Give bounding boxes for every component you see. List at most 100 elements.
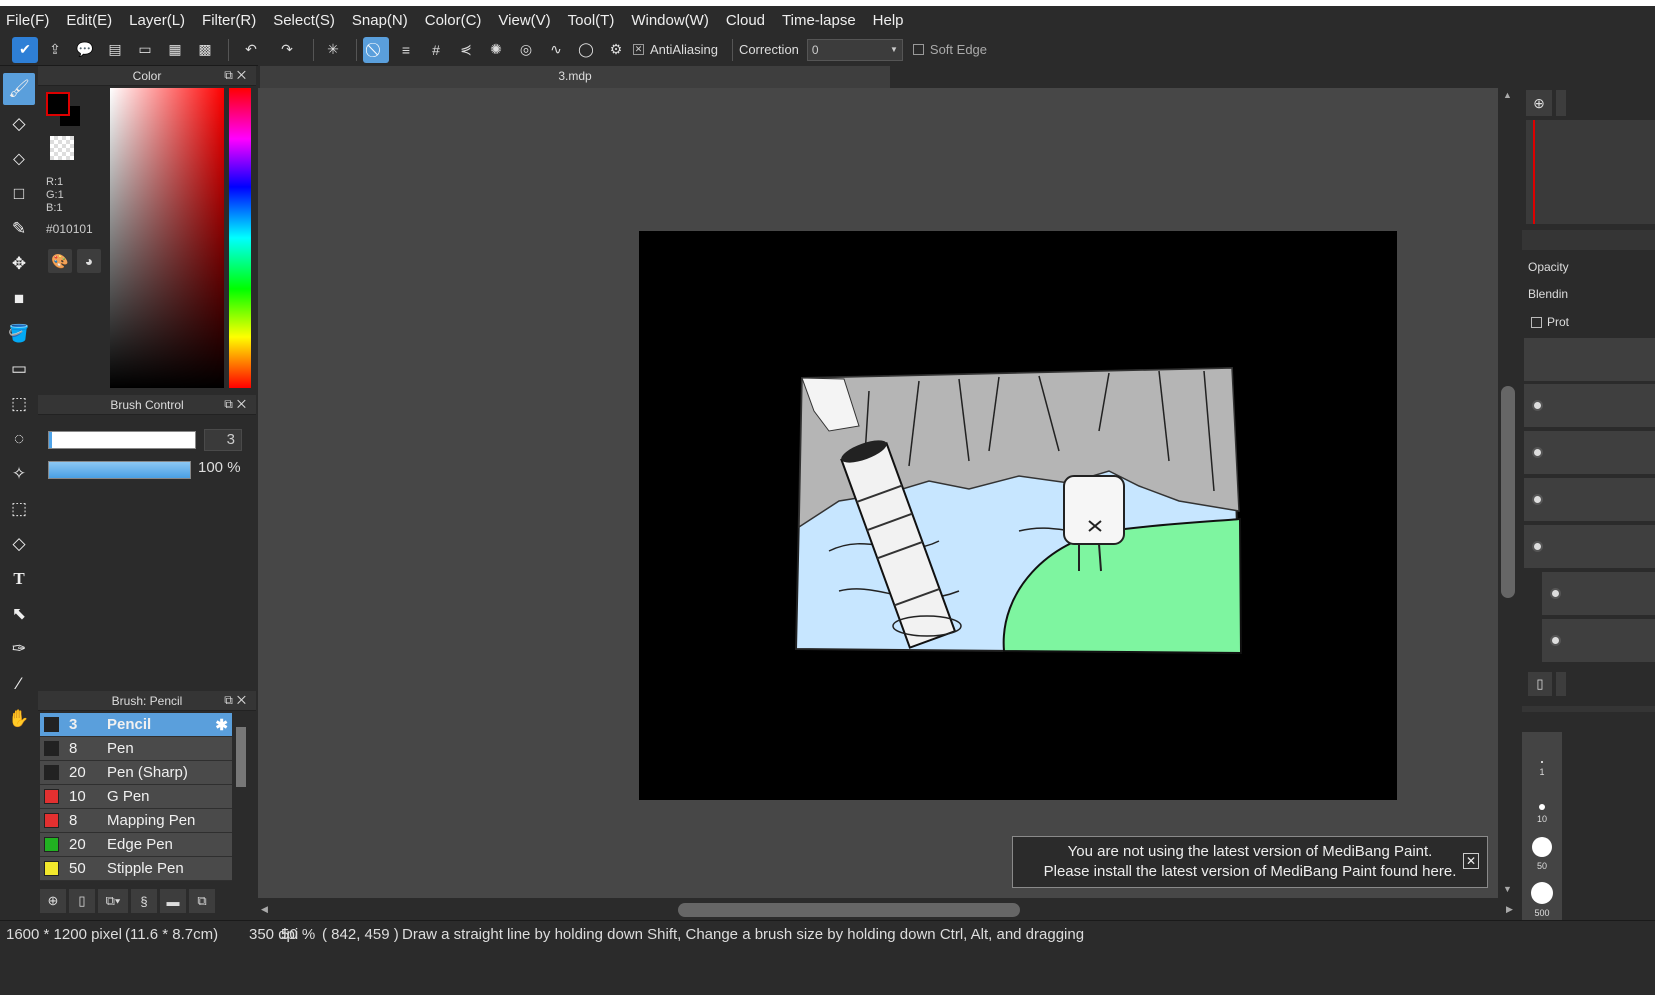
speech-bubble-icon[interactable]: 💬 [72, 37, 98, 63]
layer-item[interactable] [1524, 525, 1655, 569]
lasso-select-icon[interactable]: ◌ [3, 423, 35, 455]
share-icon[interactable]: ⇪ [42, 37, 68, 63]
brush-folder-icon[interactable]: ▬ [160, 889, 186, 913]
palette-settings-icon[interactable]: ◕ [77, 249, 101, 273]
brush-item[interactable]: 8 Pen [40, 737, 232, 761]
scroll-up-icon[interactable]: ▲ [1503, 90, 1512, 100]
correction-dropdown[interactable]: 0 ▼ [806, 38, 903, 61]
grid-tiles-icon[interactable]: ▩ [192, 37, 218, 63]
document-tab[interactable]: 3.mdp [260, 66, 890, 88]
brush-item[interactable]: 8 Mapping Pen [40, 809, 232, 833]
brush-item[interactable]: 3 Pencil ✱ [40, 713, 232, 737]
operation-tool-icon[interactable]: ⬉ [3, 598, 35, 630]
cloud-save-icon[interactable]: ✔ [12, 36, 38, 63]
brush-item[interactable]: 20 Pen (Sharp) [40, 761, 232, 785]
saturation-value-picker[interactable] [110, 88, 224, 388]
layer-visibility-icon[interactable] [1550, 588, 1561, 599]
layer-visibility-icon[interactable] [1532, 494, 1543, 505]
layer-visibility-icon[interactable] [1532, 400, 1543, 411]
snap-grid-icon[interactable]: # [423, 37, 449, 63]
menu-tool[interactable]: Tool(T) [568, 12, 615, 29]
bucket-fill-icon[interactable]: 🪣 [3, 318, 35, 350]
soft-edge-checkbox[interactable] [912, 44, 924, 55]
brush-item[interactable]: 50 Stipple Pen [40, 857, 232, 881]
text-tool-icon[interactable]: T [3, 563, 35, 595]
move-tool-icon[interactable]: ✥ [3, 248, 35, 280]
hand-tool-icon[interactable]: ✋ [3, 703, 35, 735]
navigator-preview[interactable] [1526, 120, 1655, 224]
snap-perspective-icon[interactable]: ⋞ [453, 37, 479, 63]
layer-item[interactable] [1542, 572, 1655, 616]
menu-color[interactable]: Color(C) [425, 12, 482, 29]
add-brush-icon[interactable]: ⊕ [40, 889, 66, 913]
brush-size-preset[interactable]: 10 [1522, 779, 1562, 826]
page-icon[interactable]: ▭ [132, 37, 158, 63]
protect-alpha-checkbox[interactable] [1531, 317, 1542, 328]
palette-icon[interactable]: 🎨 [48, 249, 72, 273]
layer-item[interactable] [1524, 384, 1655, 428]
menu-window[interactable]: Window(W) [631, 12, 709, 29]
panel-popout-close-icon[interactable]: ⧉✕ [224, 68, 250, 83]
rectangle-shape-tool-icon[interactable]: □ [3, 178, 35, 210]
update-notice[interactable]: You are not using the latest version of … [1012, 836, 1488, 888]
menu-cloud[interactable]: Cloud [726, 12, 765, 29]
snap-curve-icon[interactable]: ∿ [543, 37, 569, 63]
undo-icon[interactable]: ↶ [235, 37, 267, 63]
menu-select[interactable]: Select(S) [273, 12, 335, 29]
brush-item[interactable]: 20 Edge Pen [40, 833, 232, 857]
menu-file[interactable]: File(F) [6, 12, 49, 29]
transparent-color-swatch[interactable] [50, 136, 74, 160]
menu-filter[interactable]: Filter(R) [202, 12, 256, 29]
brush-size-value[interactable]: 3 [204, 429, 242, 451]
dotted-eraser-tool-icon[interactable]: ⬦ [3, 143, 35, 175]
scroll-down-icon[interactable]: ▼ [1503, 884, 1512, 894]
select-eraser-icon[interactable]: ◇ [3, 528, 35, 560]
brush-size-preset[interactable]: 50 [1522, 826, 1562, 873]
scroll-left-icon[interactable]: ◀ [261, 904, 268, 915]
rect-select-icon[interactable]: ⬚ [3, 388, 35, 420]
snap-ellipse-icon[interactable]: ◯ [573, 37, 599, 63]
brush-duplicate-icon[interactable]: ⧉ [189, 889, 215, 913]
panel-popout-close-icon[interactable]: ⧉✕ [224, 693, 250, 708]
canvas-horizontal-scrollbar[interactable]: ◀ ▶ [258, 898, 1518, 920]
brush-list-scrollbar[interactable] [234, 713, 248, 885]
brush-tool-icon[interactable]: 🖌 [3, 73, 35, 105]
hue-slider[interactable] [229, 88, 251, 388]
magic-wand-icon[interactable]: ✧ [3, 458, 35, 490]
new-brush-icon[interactable]: ▯ [69, 889, 95, 913]
snap-parallel-icon[interactable]: ≡ [393, 37, 419, 63]
panel-popout-close-icon[interactable]: ⧉✕ [224, 397, 250, 412]
layer-visibility-icon[interactable] [1550, 635, 1561, 646]
antialiasing-checkbox[interactable]: ✕ [633, 44, 644, 55]
menu-view[interactable]: View(V) [498, 12, 550, 29]
layer-visibility-icon[interactable] [1532, 447, 1543, 458]
canvas-vertical-scrollbar[interactable]: ▲ ▼ [1498, 88, 1518, 898]
brush-size-slider[interactable] [48, 431, 196, 449]
foreground-color-swatch[interactable] [46, 92, 70, 116]
snap-radial-icon[interactable]: ✺ [483, 37, 509, 63]
panel-layout-icon[interactable]: ▦ [162, 37, 188, 63]
dot-brush-tool-icon[interactable]: ✎ [3, 213, 35, 245]
brush-copy-dropdown-icon[interactable]: ⧉▾ [98, 889, 128, 913]
document-canvas[interactable] [639, 231, 1397, 800]
comment-icon[interactable]: ▤ [102, 37, 128, 63]
menu-layer[interactable]: Layer(L) [129, 12, 185, 29]
loading-icon[interactable]: ✳ [320, 37, 346, 63]
menu-help[interactable]: Help [873, 12, 904, 29]
new-layer-icon[interactable]: ▯ [1528, 672, 1552, 696]
menu-time-lapse[interactable]: Time-lapse [782, 12, 856, 29]
layer-item[interactable] [1524, 478, 1655, 522]
snap-concentric-icon[interactable]: ◎ [513, 37, 539, 63]
fill-rectangle-tool-icon[interactable]: ■ [3, 283, 35, 315]
divide-tool-icon[interactable]: ✑ [3, 633, 35, 665]
brush-size-preset[interactable]: 1 [1522, 732, 1562, 779]
layer-item[interactable] [1524, 431, 1655, 475]
brush-settings-icon[interactable]: § [131, 889, 157, 913]
snap-off-icon[interactable]: ⃠ [363, 36, 389, 63]
gear-icon[interactable]: ✱ [215, 716, 228, 734]
redo-icon[interactable]: ↷ [271, 37, 303, 63]
canvas-area[interactable] [258, 88, 1498, 898]
layer-item[interactable] [1524, 338, 1655, 382]
menu-snap[interactable]: Snap(N) [352, 12, 408, 29]
layer-item[interactable] [1542, 619, 1655, 663]
